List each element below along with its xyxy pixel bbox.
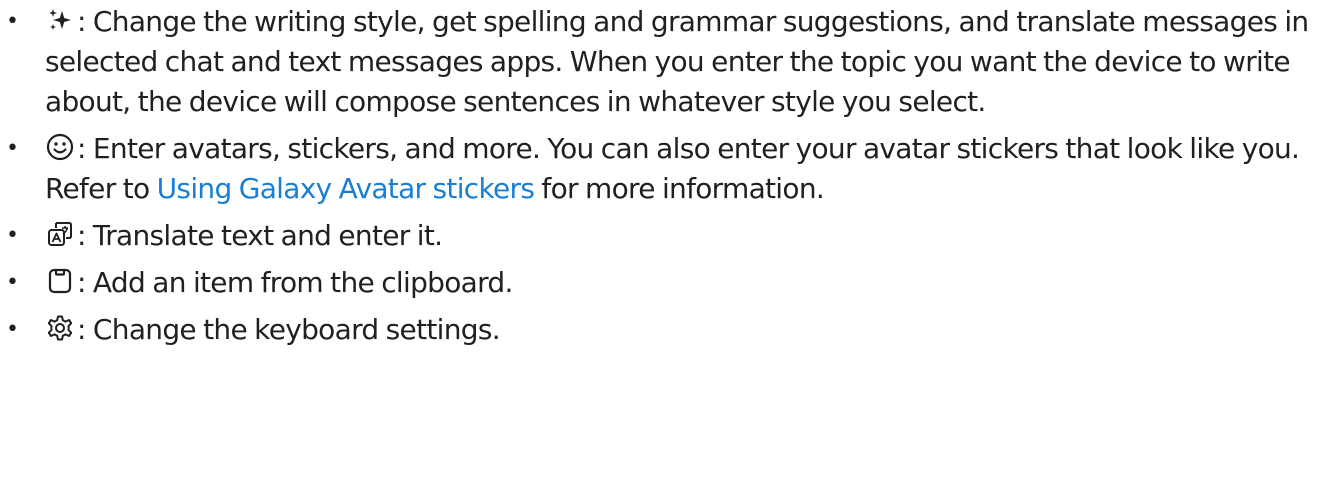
- gear-icon: [45, 313, 75, 343]
- avatar-stickers-link[interactable]: Using Galaxy Avatar stickers: [157, 172, 535, 205]
- list-item-settings: • : Change the keyboard settings.: [0, 310, 1329, 350]
- item-text: : Add an item from the clipboard.: [77, 266, 513, 299]
- smiley-icon: [45, 132, 75, 162]
- bullet: •: [6, 270, 19, 295]
- item-text: : Translate text and enter it.: [77, 219, 443, 252]
- list-item-stickers: • : Enter avatars, stickers, and more. Y…: [0, 129, 1329, 209]
- list-item-clipboard: • : Add an item from the clipboard.: [0, 263, 1329, 303]
- item-text-after: for more information.: [534, 172, 825, 205]
- bullet: •: [6, 9, 19, 34]
- item-text: : Change the writing style, get spelling…: [45, 5, 1309, 118]
- feature-list: • : Change the writing style, get spelli…: [0, 2, 1329, 350]
- translate-icon: [45, 219, 75, 249]
- bullet: •: [6, 136, 19, 161]
- item-text: : Change the keyboard settings.: [77, 313, 501, 346]
- bullet: •: [6, 223, 19, 248]
- document-page: • : Change the writing style, get spelli…: [0, 0, 1329, 477]
- list-item-writing-assist: • : Change the writing style, get spelli…: [0, 2, 1329, 122]
- list-item-translate: • : Translate text and enter it.: [0, 216, 1329, 256]
- clipboard-icon: [45, 266, 75, 296]
- bullet: •: [6, 317, 19, 342]
- sparkle-icon: [45, 5, 75, 35]
